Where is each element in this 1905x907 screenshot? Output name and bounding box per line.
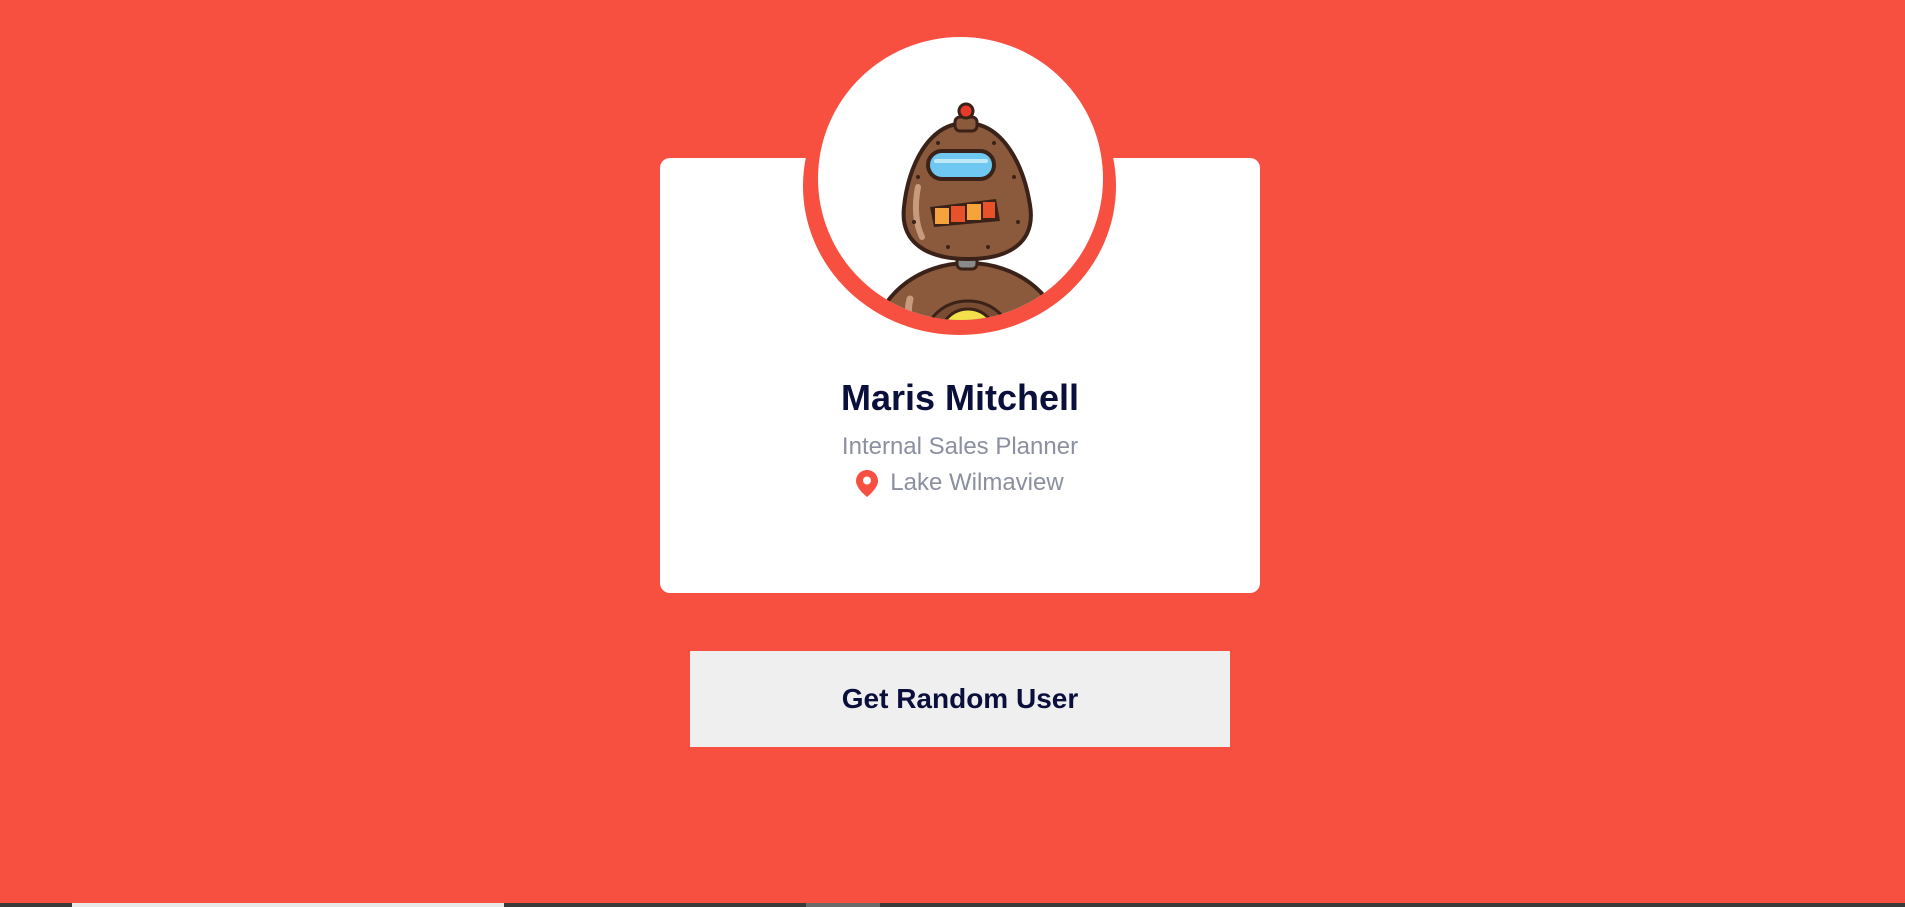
location-text: Lake Wilmaview bbox=[890, 469, 1064, 496]
bottom-strip-segment bbox=[72, 903, 504, 907]
robot-avatar-icon bbox=[875, 102, 1061, 320]
location-row: Lake Wilmaview bbox=[660, 468, 1260, 498]
get-random-user-button[interactable]: Get Random User bbox=[690, 651, 1230, 747]
job-title: Internal Sales Planner bbox=[841, 433, 1079, 460]
user-name: Maris Mitchell bbox=[840, 377, 1080, 418]
bottom-strip-segment bbox=[806, 903, 880, 907]
avatar bbox=[818, 37, 1103, 320]
location-pin-icon bbox=[856, 469, 879, 497]
